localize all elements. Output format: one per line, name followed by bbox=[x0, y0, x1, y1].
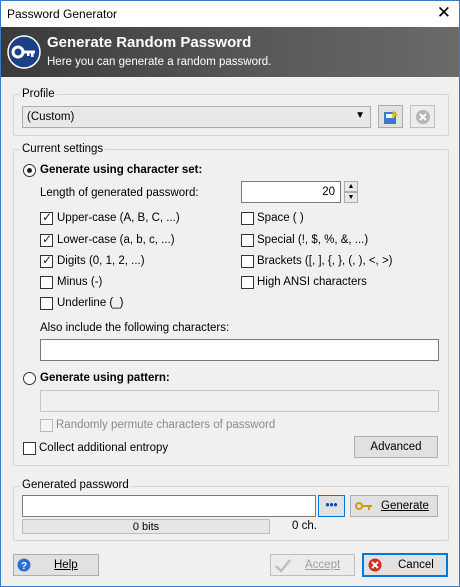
digits-label: Digits (0, 1, 2, ...) bbox=[57, 255, 145, 267]
checkmark-icon bbox=[275, 559, 291, 573]
banner-subtitle: Here you can generate a random password. bbox=[47, 56, 272, 68]
underline-label: Underline (_) bbox=[57, 297, 124, 309]
key-icon bbox=[355, 502, 372, 510]
generate-button[interactable]: Generate bbox=[350, 495, 438, 517]
chars-label: 0 ch. bbox=[292, 520, 317, 532]
accept-label: Accept bbox=[305, 559, 341, 571]
quality-bar: 0 bits bbox=[22, 519, 270, 534]
title-bar: Password Generator ✕ bbox=[1, 1, 459, 27]
pattern-radio[interactable] bbox=[23, 372, 36, 385]
permute-label: Randomly permute characters of password bbox=[56, 419, 276, 431]
minus-label: Minus (-) bbox=[57, 276, 103, 288]
save-profile-icon bbox=[383, 110, 398, 124]
brackets-checkbox[interactable] bbox=[241, 255, 254, 268]
generated-password-input[interactable] bbox=[22, 495, 316, 517]
svg-text:?: ? bbox=[21, 561, 27, 572]
entropy-checkbox[interactable] bbox=[23, 442, 36, 455]
high-ansi-checkbox[interactable] bbox=[241, 276, 254, 289]
length-input[interactable]: 20 bbox=[241, 181, 341, 203]
delete-profile-button[interactable] bbox=[410, 105, 435, 128]
profile-group-label: Profile bbox=[20, 88, 57, 100]
space-checkbox[interactable] bbox=[241, 212, 254, 225]
help-button[interactable]: ? Help bbox=[13, 554, 99, 576]
chevron-down-icon: ▼ bbox=[355, 110, 365, 121]
window-title: Password Generator bbox=[7, 7, 118, 21]
stepper-down-icon[interactable]: ▼ bbox=[344, 192, 358, 203]
uppercase-checkbox[interactable] bbox=[40, 210, 53, 225]
banner-title: Generate Random Password bbox=[47, 34, 252, 51]
space-label: Space ( ) bbox=[257, 212, 304, 224]
stepper-up-icon[interactable]: ▲ bbox=[344, 181, 358, 192]
accept-button[interactable]: Accept bbox=[270, 554, 355, 576]
cancel-label: Cancel bbox=[398, 559, 434, 571]
key-icon bbox=[7, 35, 41, 69]
high-ansi-label: High ANSI characters bbox=[257, 276, 367, 288]
save-profile-button[interactable] bbox=[378, 105, 403, 128]
entropy-label: Collect additional entropy bbox=[39, 442, 169, 454]
hide-password-button[interactable]: ••• bbox=[318, 495, 345, 517]
charset-radio[interactable] bbox=[23, 164, 36, 177]
length-label: Length of generated password: bbox=[40, 187, 199, 199]
special-label: Special (!, $, %, &, ...) bbox=[257, 234, 369, 246]
special-checkbox[interactable] bbox=[241, 234, 254, 247]
minus-checkbox[interactable] bbox=[40, 276, 53, 289]
header-banner: Generate Random Password Here you can ge… bbox=[1, 27, 459, 77]
profile-dropdown[interactable]: (Custom) ▼ bbox=[22, 106, 371, 128]
length-value: 20 bbox=[322, 186, 335, 198]
pattern-radio-label: Generate using pattern: bbox=[40, 372, 170, 384]
lowercase-label: Lower-case (a, b, c, ...) bbox=[57, 234, 175, 246]
settings-group-label: Current settings bbox=[20, 143, 106, 155]
include-label: Also include the following characters: bbox=[40, 322, 230, 334]
generated-group-label: Generated password bbox=[20, 479, 131, 491]
help-label: Help bbox=[54, 559, 78, 571]
advanced-button[interactable]: Advanced bbox=[354, 436, 438, 458]
cancel-icon bbox=[368, 558, 382, 572]
delete-profile-icon bbox=[415, 110, 430, 124]
digits-checkbox[interactable] bbox=[40, 253, 53, 268]
permute-checkbox[interactable] bbox=[40, 419, 53, 432]
profile-selected: (Custom) bbox=[27, 111, 75, 123]
help-icon: ? bbox=[17, 558, 31, 572]
password-generator-window: Password Generator ✕ Generate Random Pas… bbox=[0, 0, 460, 587]
lowercase-checkbox[interactable] bbox=[40, 232, 53, 247]
close-icon[interactable]: ✕ bbox=[437, 3, 451, 23]
include-chars-input[interactable] bbox=[40, 339, 439, 361]
underline-checkbox[interactable] bbox=[40, 297, 53, 310]
uppercase-label: Upper-case (A, B, C, ...) bbox=[57, 212, 180, 224]
generate-label: Generate bbox=[381, 500, 429, 512]
length-stepper[interactable]: ▲ ▼ bbox=[344, 181, 358, 203]
brackets-label: Brackets ([, ], {, }, (, ), <, >) bbox=[257, 255, 393, 267]
pattern-input[interactable] bbox=[40, 390, 439, 412]
charset-radio-label: Generate using character set: bbox=[40, 164, 203, 176]
bits-label: 0 bits bbox=[132, 521, 160, 533]
cancel-button[interactable]: Cancel bbox=[362, 553, 448, 577]
